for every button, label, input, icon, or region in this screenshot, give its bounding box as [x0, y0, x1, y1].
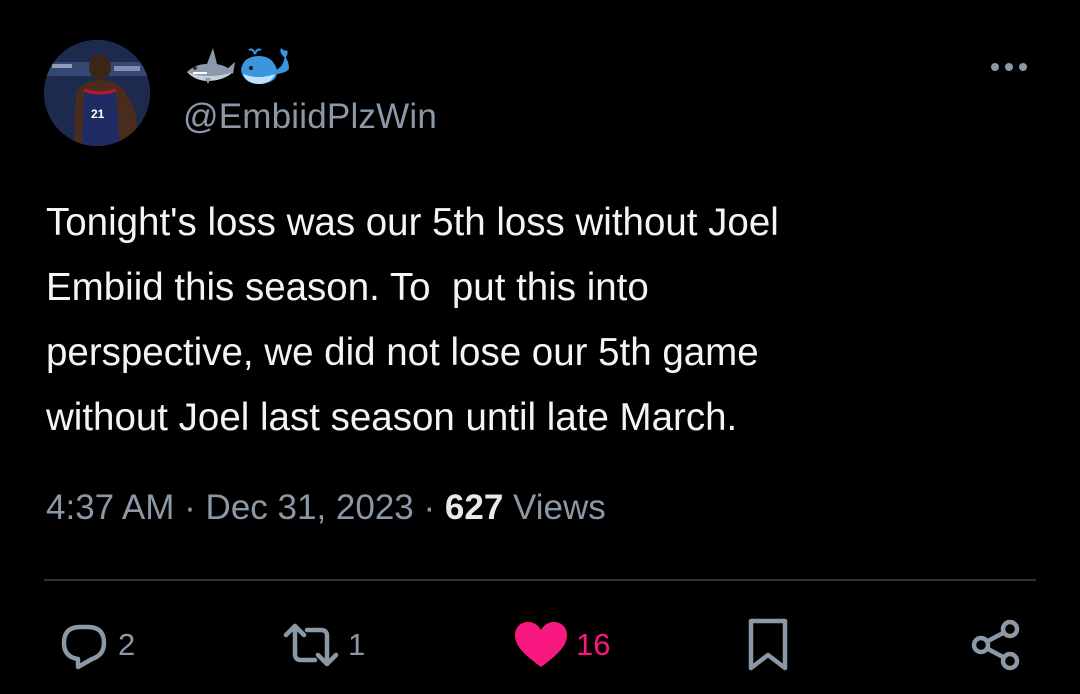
bookmark-button[interactable]: [743, 612, 793, 678]
shark-emoji-icon: [187, 48, 235, 84]
share-icon: [971, 619, 1020, 671]
avatar-photo: 21: [44, 40, 150, 146]
whale-emoji-icon: [241, 48, 289, 84]
heart-filled-icon: [515, 622, 567, 667]
reply-button[interactable]: 2: [58, 612, 135, 678]
reply-count: 2: [118, 627, 136, 662]
views-label: Views: [513, 488, 606, 527]
display-name[interactable]: [183, 40, 291, 90]
avatar[interactable]: 21: [44, 40, 150, 146]
tweet-meta: 4:37 AM · Dec 31, 2023 · 627 Views: [46, 488, 606, 528]
user-handle[interactable]: @EmbiidPlzWin: [183, 97, 437, 137]
retweet-count: 1: [348, 627, 366, 662]
more-dot-icon: [1019, 63, 1027, 71]
jersey-number: 21: [91, 107, 105, 121]
tweet-date[interactable]: Dec 31, 2023: [206, 488, 414, 527]
tweet-text-line: perspective, we did not lose our 5th gam…: [46, 331, 759, 374]
like-button[interactable]: 16: [514, 612, 610, 678]
tweet-time[interactable]: 4:37 AM: [46, 488, 174, 527]
tweet-text: Tonight's loss was our 5th loss without …: [46, 190, 1036, 450]
more-dot-icon: [991, 63, 999, 71]
share-button[interactable]: [970, 612, 1022, 678]
retweet-button[interactable]: 1: [282, 612, 365, 678]
tweet-text-line: Embiid this season. To put this into: [46, 266, 649, 309]
tweet: 21 @EmbiidPlzWin Tonight's loss was our …: [0, 0, 1080, 694]
action-bar: 2 1 16: [0, 612, 1080, 682]
reply-icon: [61, 624, 107, 670]
views-count: 627: [444, 488, 504, 527]
bookmark-icon: [748, 618, 788, 671]
meta-separator: ·: [423, 488, 436, 527]
tweet-text-line: Tonight's loss was our 5th loss without …: [46, 201, 779, 244]
divider: [44, 579, 1036, 581]
more-dot-icon: [1005, 63, 1013, 71]
retweet-icon: [283, 623, 339, 667]
more-options-button[interactable]: [986, 52, 1032, 82]
like-count: 16: [576, 627, 611, 662]
meta-separator: ·: [184, 488, 196, 527]
tweet-text-line: without Joel last season until late Marc…: [46, 396, 738, 439]
